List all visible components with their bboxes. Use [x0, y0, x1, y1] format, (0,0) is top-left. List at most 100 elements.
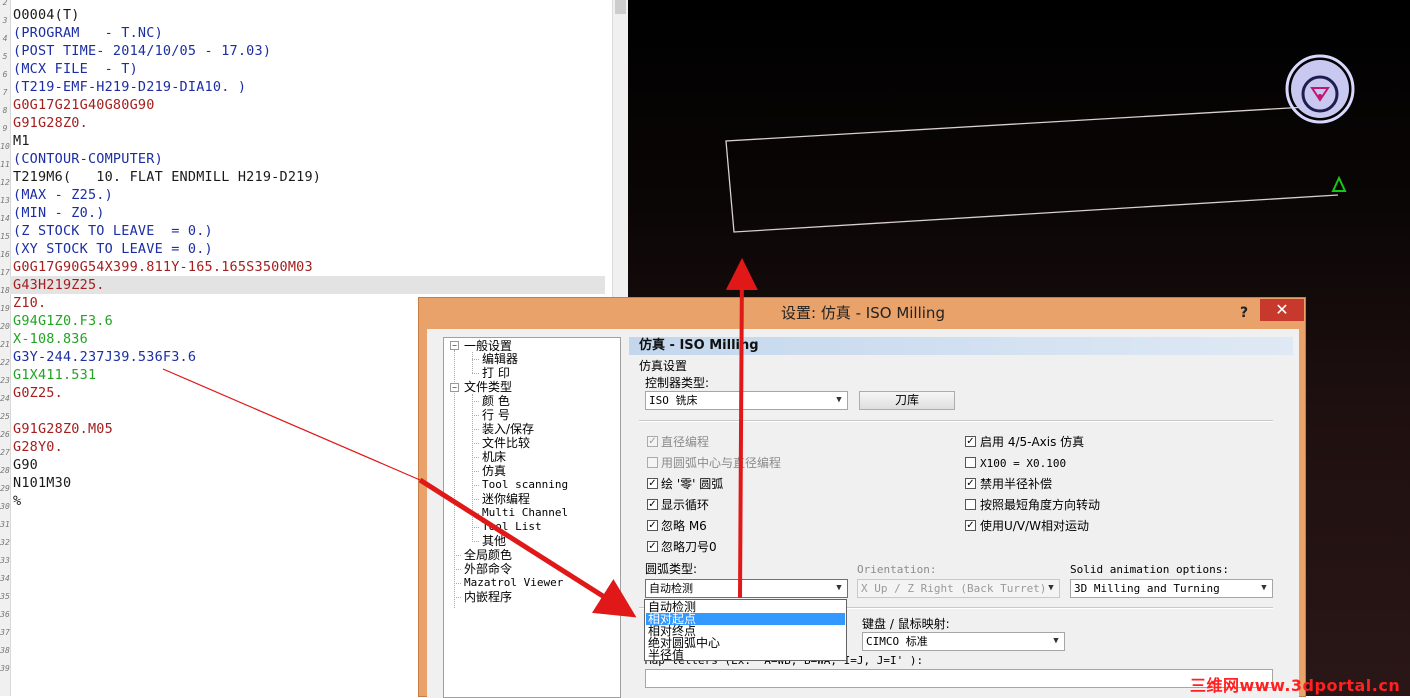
keyboard-mapping-select[interactable]: CIMCO 标准 ▼: [862, 632, 1065, 651]
line-number: 39: [0, 664, 10, 673]
keyboard-mapping-label: 键盘 / 鼠标映射:: [862, 617, 950, 631]
tree-item-print[interactable]: 打 印: [482, 366, 510, 380]
code-line[interactable]: G43H219Z25.: [13, 276, 105, 294]
tree-item-colors[interactable]: 颜 色: [482, 394, 510, 408]
controller-type-select[interactable]: ISO 铣床 ▼: [645, 391, 848, 410]
code-line[interactable]: N101M30: [13, 474, 71, 492]
x100-checkbox[interactable]: [965, 457, 976, 468]
tool-library-button[interactable]: 刀库: [859, 391, 955, 410]
line-number: 35: [0, 592, 10, 601]
code-line[interactable]: G91G28Z0.: [13, 114, 88, 132]
solid-animation-select[interactable]: 3D Milling and Turning ▼: [1070, 579, 1273, 598]
code-line[interactable]: G90: [13, 456, 38, 474]
code-line[interactable]: G0G17G90G54X399.811Y-165.165S3500M03: [13, 258, 313, 276]
enable-4-5-axis-label: 启用 4/5-Axis 仿真: [980, 435, 1085, 449]
code-line[interactable]: (Z STOCK TO LEAVE = 0.): [13, 222, 213, 240]
enable-4-5-axis-checkbox[interactable]: ✓: [965, 436, 976, 447]
line-number: 18: [0, 286, 10, 295]
line-number: 9: [2, 124, 8, 133]
line-number: 37: [0, 628, 10, 637]
orientation-select[interactable]: X Up / Z Right (Back Turret) ▼: [857, 579, 1060, 598]
arc-type-select[interactable]: 自动检测 ▼: [645, 579, 848, 598]
line-number: 27: [0, 448, 10, 457]
disable-radius-comp-label: 禁用半径补偿: [980, 477, 1053, 491]
shortest-rotation-checkbox[interactable]: [965, 499, 976, 510]
tree-item-other[interactable]: 其他: [482, 534, 506, 548]
tool-tip-dot: [1318, 94, 1322, 98]
diameter-programming-checkbox[interactable]: ✓: [647, 436, 658, 447]
settings-tree[interactable]: − 一般设置 编辑器 打 印 − 文件类型 颜 色 行 号 装入/保存 文件比较…: [443, 337, 621, 698]
arc-type-option-radius[interactable]: 半径值: [646, 649, 845, 661]
arc-type-label: 圆弧类型:: [645, 562, 698, 576]
watermark: 三维网www.3dportal.cn: [1190, 676, 1401, 695]
code-line[interactable]: X-108.836: [13, 330, 88, 348]
start-point-icon: [1331, 175, 1347, 192]
code-line[interactable]: Z10.: [13, 294, 46, 312]
disable-radius-comp-checkbox[interactable]: ✓: [965, 478, 976, 489]
tree-item-global-colors[interactable]: 全局颜色: [464, 548, 512, 562]
code-line[interactable]: (POST TIME- 2014/10/05 - 17.03): [13, 42, 271, 60]
tree-item-mazatrol-viewer[interactable]: Mazatrol Viewer: [464, 576, 563, 590]
tree-item-line-numbers[interactable]: 行 号: [482, 408, 510, 422]
code-line[interactable]: (T219-EMF-H219-D219-DIA10. ): [13, 78, 246, 96]
line-number: 31: [0, 520, 10, 529]
diameter-programming-label: 直径编程: [661, 435, 710, 449]
line-number: 4: [2, 34, 8, 43]
arc-center-diameter-checkbox[interactable]: [647, 457, 658, 468]
help-button[interactable]: ?: [1234, 303, 1254, 323]
code-line[interactable]: G0Z25.: [13, 384, 63, 402]
panel-header: 仿真 - ISO Milling: [629, 337, 1293, 355]
draw-zero-arc-label: 绘 '零' 圆弧: [661, 477, 724, 491]
line-number: 19: [0, 304, 10, 313]
code-line[interactable]: M1: [13, 132, 30, 150]
ignore-tool-zero-checkbox[interactable]: ✓: [647, 541, 658, 552]
tree-item-embedded-programs[interactable]: 内嵌程序: [464, 590, 512, 604]
code-line[interactable]: (XY STOCK TO LEAVE = 0.): [13, 240, 213, 258]
code-line[interactable]: G28Y0.: [13, 438, 63, 456]
line-number: 12: [0, 178, 10, 187]
expand-filetype-icon[interactable]: −: [450, 383, 459, 392]
code-line[interactable]: %: [13, 492, 21, 510]
code-line[interactable]: (MCX FILE - T): [13, 60, 138, 78]
editor-scrollbar-thumb[interactable]: [615, 0, 626, 14]
code-line[interactable]: G91G28Z0.M05: [13, 420, 113, 438]
draw-zero-arc-checkbox[interactable]: ✓: [647, 478, 658, 489]
line-number: 24: [0, 394, 10, 403]
tree-item-load-save[interactable]: 装入/保存: [482, 422, 534, 436]
close-button[interactable]: ✕: [1260, 299, 1304, 321]
code-line[interactable]: G94G1Z0.F3.6: [13, 312, 113, 330]
code-line[interactable]: (MIN - Z0.): [13, 204, 105, 222]
code-line[interactable]: O0004(T): [13, 6, 80, 24]
tree-item-editor[interactable]: 编辑器: [482, 352, 518, 366]
code-line[interactable]: (MAX - Z25.): [13, 186, 113, 204]
tree-item-tool-scanning[interactable]: Tool scanning: [482, 478, 568, 492]
expand-general-icon[interactable]: −: [450, 341, 459, 350]
tree-item-machine[interactable]: 机床: [482, 450, 506, 464]
chevron-down-icon: ▼: [836, 395, 842, 405]
solid-animation-value: 3D Milling and Turning: [1074, 582, 1220, 595]
show-cycles-label: 显示循环: [661, 498, 710, 512]
tree-item-tool-list[interactable]: Tool List: [482, 520, 542, 534]
code-line[interactable]: (PROGRAM - T.NC): [13, 24, 163, 42]
ignore-m6-checkbox[interactable]: ✓: [647, 520, 658, 531]
arc-type-dropdown-list[interactable]: 自动检测 相对起点 相对终点 绝对圆弧中心 半径值: [644, 599, 847, 661]
line-number: 26: [0, 430, 10, 439]
tree-item-multi-channel[interactable]: Multi Channel: [482, 506, 568, 520]
code-line[interactable]: G1X411.531: [13, 366, 96, 384]
uvw-relative-checkbox[interactable]: ✓: [965, 520, 976, 531]
tree-item-external-commands[interactable]: 外部命令: [464, 562, 512, 576]
line-number: 7: [2, 88, 8, 97]
tree-item-simulation[interactable]: 仿真: [482, 464, 506, 478]
orientation-value: X Up / Z Right (Back Turret): [861, 582, 1047, 595]
code-line[interactable]: G0G17G21G40G80G90: [13, 96, 155, 114]
show-cycles-checkbox[interactable]: ✓: [647, 499, 658, 510]
map-letters-input[interactable]: [645, 669, 1273, 688]
line-number: 8: [2, 106, 8, 115]
tree-item-mini-programming[interactable]: 迷你编程: [482, 492, 530, 506]
code-line[interactable]: T219M6( 10. FLAT ENDMILL H219-D219): [13, 168, 321, 186]
code-line[interactable]: (CONTOUR-COMPUTER): [13, 150, 163, 168]
code-line[interactable]: G3Y-244.237J39.536F3.6: [13, 348, 196, 366]
tree-item-filetype[interactable]: 文件类型: [464, 380, 512, 394]
tree-item-file-compare[interactable]: 文件比较: [482, 436, 530, 450]
tree-item-general[interactable]: 一般设置: [464, 339, 512, 353]
